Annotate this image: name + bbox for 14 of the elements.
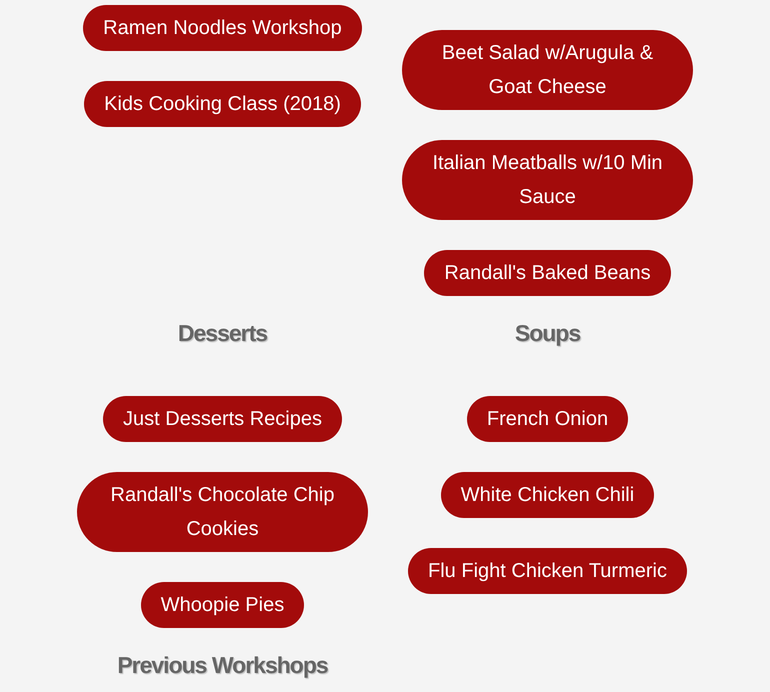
section-heading: Previous Workshops [117, 652, 328, 678]
recipe-link-button[interactable]: French Onion [466, 396, 628, 442]
recipe-link-button[interactable]: Just Desserts Recipes [103, 396, 342, 442]
recipe-link-button[interactable]: White Chicken Chili [440, 472, 654, 518]
recipe-link-button[interactable]: Kids Cooking Class (2018) [84, 81, 361, 127]
recipe-link-button[interactable]: Flu Fight Chicken Turmeric [408, 548, 687, 594]
recipe-link-button[interactable]: Randall's Chocolate Chip Cookies [77, 472, 368, 552]
recipe-link-button[interactable]: Italian Meatballs w/10 Min Sauce [402, 140, 693, 220]
section-heading: Desserts [178, 320, 268, 346]
recipe-link-button[interactable]: Ramen Noodles Workshop [83, 5, 362, 51]
recipe-link-button[interactable]: Randall's Baked Beans [424, 250, 671, 296]
section-heading: Soups [514, 320, 580, 346]
recipe-link-button[interactable]: Beet Salad w/Arugula & Goat Cheese [402, 30, 693, 110]
recipe-link-button[interactable]: Whoopie Pies [140, 582, 304, 628]
